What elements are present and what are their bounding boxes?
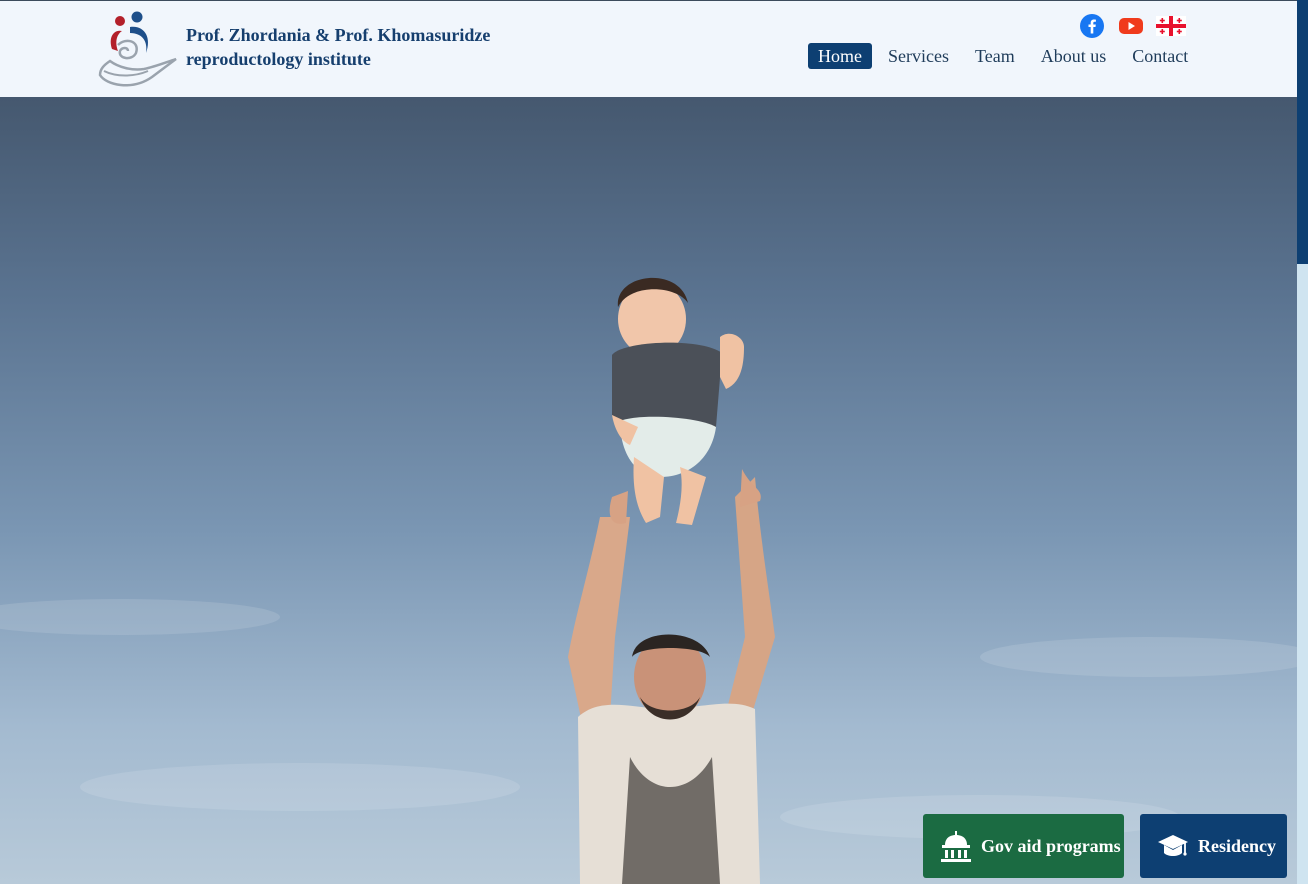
scrollbar-thumb[interactable] <box>1297 0 1308 264</box>
father-figure <box>568 469 775 884</box>
brand-line-1: Prof. Zhordania & Prof. Khomasuridze <box>186 25 491 45</box>
gov-aid-programs-label: Gov aid programs <box>981 835 1121 856</box>
youtube-icon[interactable] <box>1118 14 1143 38</box>
site-header: Prof. Zhordania & Prof. Khomasuridze rep… <box>0 1 1297 97</box>
nav-team[interactable]: Team <box>965 43 1025 69</box>
institute-logo[interactable] <box>96 9 180 91</box>
brand-line-2: reproductology institute <box>186 49 371 69</box>
nav-home[interactable]: Home <box>808 43 872 69</box>
residency-button[interactable]: Residency <box>1140 814 1287 878</box>
hero-image <box>0 97 1297 884</box>
nav-services[interactable]: Services <box>878 43 959 69</box>
georgia-flag-icon[interactable] <box>1156 14 1186 38</box>
gov-aid-programs-button[interactable]: Gov aid programs <box>923 814 1124 878</box>
government-building-icon <box>939 829 973 863</box>
main-nav: Home Services Team About us Contact <box>808 43 1204 69</box>
social-links <box>1080 14 1186 38</box>
nav-about-us[interactable]: About us <box>1031 43 1117 69</box>
facebook-icon[interactable] <box>1080 14 1104 38</box>
brand-name[interactable]: Prof. Zhordania & Prof. Khomasuridze rep… <box>186 23 490 71</box>
page-scrollbar[interactable] <box>1297 0 1308 884</box>
residency-label: Residency <box>1198 835 1276 856</box>
baby-figure <box>612 277 744 525</box>
graduation-cap-icon <box>1156 829 1190 863</box>
nav-contact[interactable]: Contact <box>1122 43 1198 69</box>
